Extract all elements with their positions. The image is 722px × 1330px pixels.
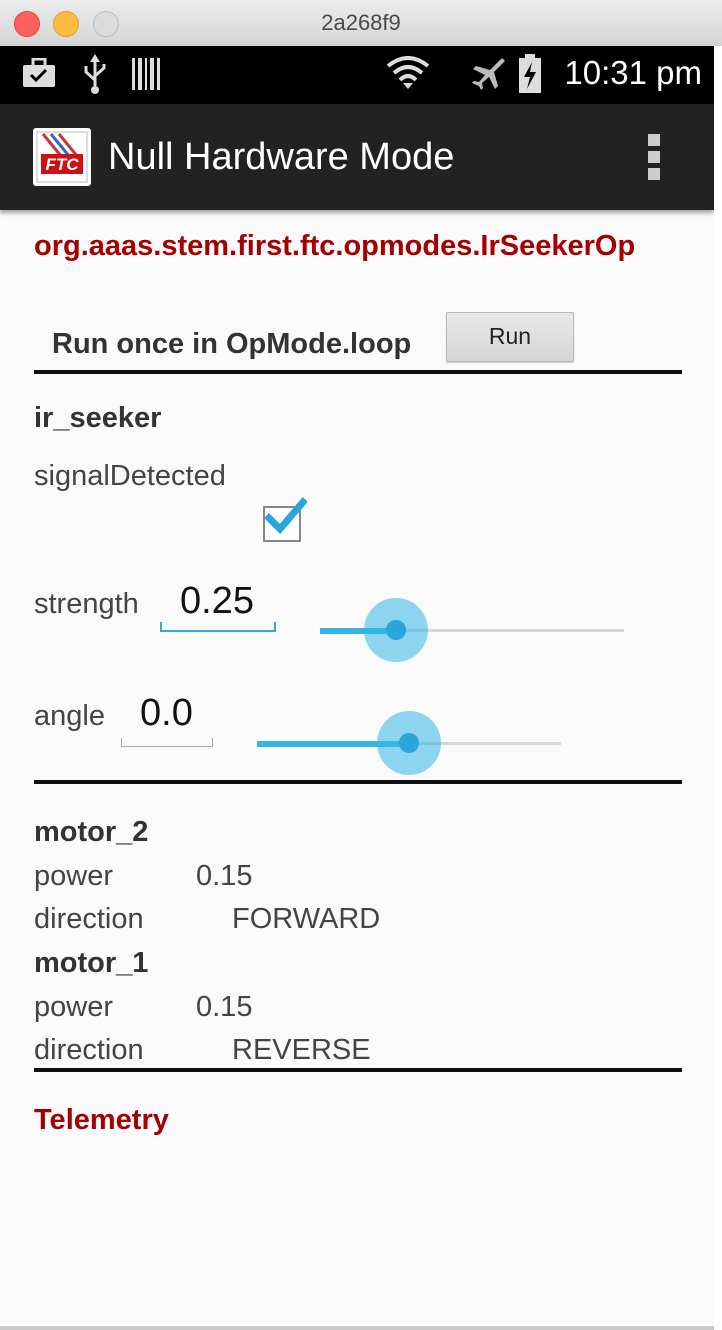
strength-input[interactable]: 0.25 <box>180 580 254 623</box>
motor-direction-value: REVERSE <box>232 1034 371 1066</box>
telemetry-title: Telemetry <box>34 1104 169 1136</box>
barcode-icon <box>132 58 160 90</box>
motor-direction-value: FORWARD <box>232 903 381 935</box>
angle-slider-thumb <box>399 733 419 753</box>
angle-slider[interactable] <box>257 711 561 775</box>
usb-icon <box>84 54 106 94</box>
motor-power-value: 0.15 <box>196 991 253 1023</box>
checkmark-icon <box>264 497 307 535</box>
motor-power-label: power <box>34 991 113 1023</box>
run-label: Run once in OpMode.loop <box>52 328 412 360</box>
svg-text:FTC: FTC <box>45 155 79 174</box>
action-bar: FTC Null Hardware Mode <box>0 104 714 210</box>
briefcase-icon <box>23 58 55 87</box>
angle-input-underline <box>121 738 213 747</box>
motor-title: motor_1 <box>34 947 149 979</box>
angle-input[interactable]: 0.0 <box>140 692 193 735</box>
strength-slider-thumb <box>386 620 406 640</box>
ftc-logo: FTC <box>33 128 91 186</box>
motor-power-label: power <box>34 860 113 892</box>
wifi-icon <box>386 56 430 89</box>
strength-slider[interactable] <box>320 598 624 662</box>
airplane-mode-icon <box>472 58 505 90</box>
divider <box>34 1068 682 1072</box>
motor-power-value: 0.15 <box>196 860 253 892</box>
strength-input-underline <box>160 622 276 632</box>
motor-direction-label: direction <box>34 903 144 935</box>
divider <box>34 780 682 784</box>
window-titlebar: 2a268f9 <box>0 0 722 47</box>
background-window-edge <box>714 46 722 1330</box>
battery-charging-icon <box>519 54 541 93</box>
motor-direction-label: direction <box>34 1034 144 1066</box>
signal-detected-label: signalDetected <box>34 460 226 492</box>
divider <box>34 370 682 374</box>
android-screen: 10:31 pm FTC Null Hardware Mode org.aaas… <box>0 46 714 1326</box>
ir-seeker-title: ir_seeker <box>34 402 162 434</box>
app-title: Null Hardware Mode <box>108 136 455 178</box>
window-title: 2a268f9 <box>321 10 401 35</box>
overflow-menu-icon[interactable] <box>646 134 662 182</box>
angle-label: angle <box>34 700 105 732</box>
opmode-name: org.aaas.stem.first.ftc.opmodes.IrSeeker… <box>34 230 636 262</box>
status-time: 10:31 pm <box>564 54 702 91</box>
run-button[interactable]: Run <box>446 312 574 362</box>
motor-title: motor_2 <box>34 816 149 848</box>
strength-label: strength <box>34 588 139 620</box>
status-bar: 10:31 pm <box>0 46 714 104</box>
